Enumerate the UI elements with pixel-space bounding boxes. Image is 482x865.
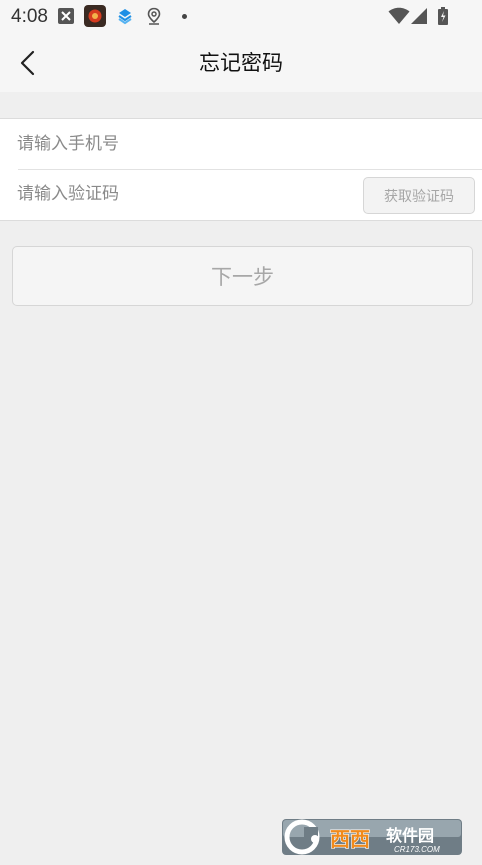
app-header: 忘记密码 [0,34,482,92]
battery-icon [437,7,449,25]
back-button[interactable] [8,42,50,84]
close-box-icon [57,7,75,25]
status-time: 4:08 [11,6,48,27]
svg-text:软件园: 软件园 [386,826,434,845]
get-code-button[interactable]: 获取验证码 [363,177,475,214]
code-row: 获取验证码 [0,169,482,219]
svg-text:CR173.COM: CR173.COM [394,845,440,854]
notification-dot-icon [182,14,187,19]
chevron-left-icon [20,50,35,76]
app-notification-icon [84,5,106,27]
svg-text:西西: 西西 [330,827,370,851]
page-title: 忘记密码 [199,51,283,75]
layers-icon [116,7,134,25]
cell-signal-icon [410,7,428,25]
verification-code-input[interactable] [17,169,347,219]
reset-form: 获取验证码 [0,118,482,221]
wifi-icon [388,7,410,25]
location-pin-icon [145,7,163,25]
status-bar: 4:08 [0,0,482,34]
phone-input[interactable] [17,119,457,169]
next-step-button[interactable]: 下一步 [12,246,473,306]
phone-row [0,119,482,169]
watermark-logo: 西西 软件园 CR173.COM [282,815,462,857]
